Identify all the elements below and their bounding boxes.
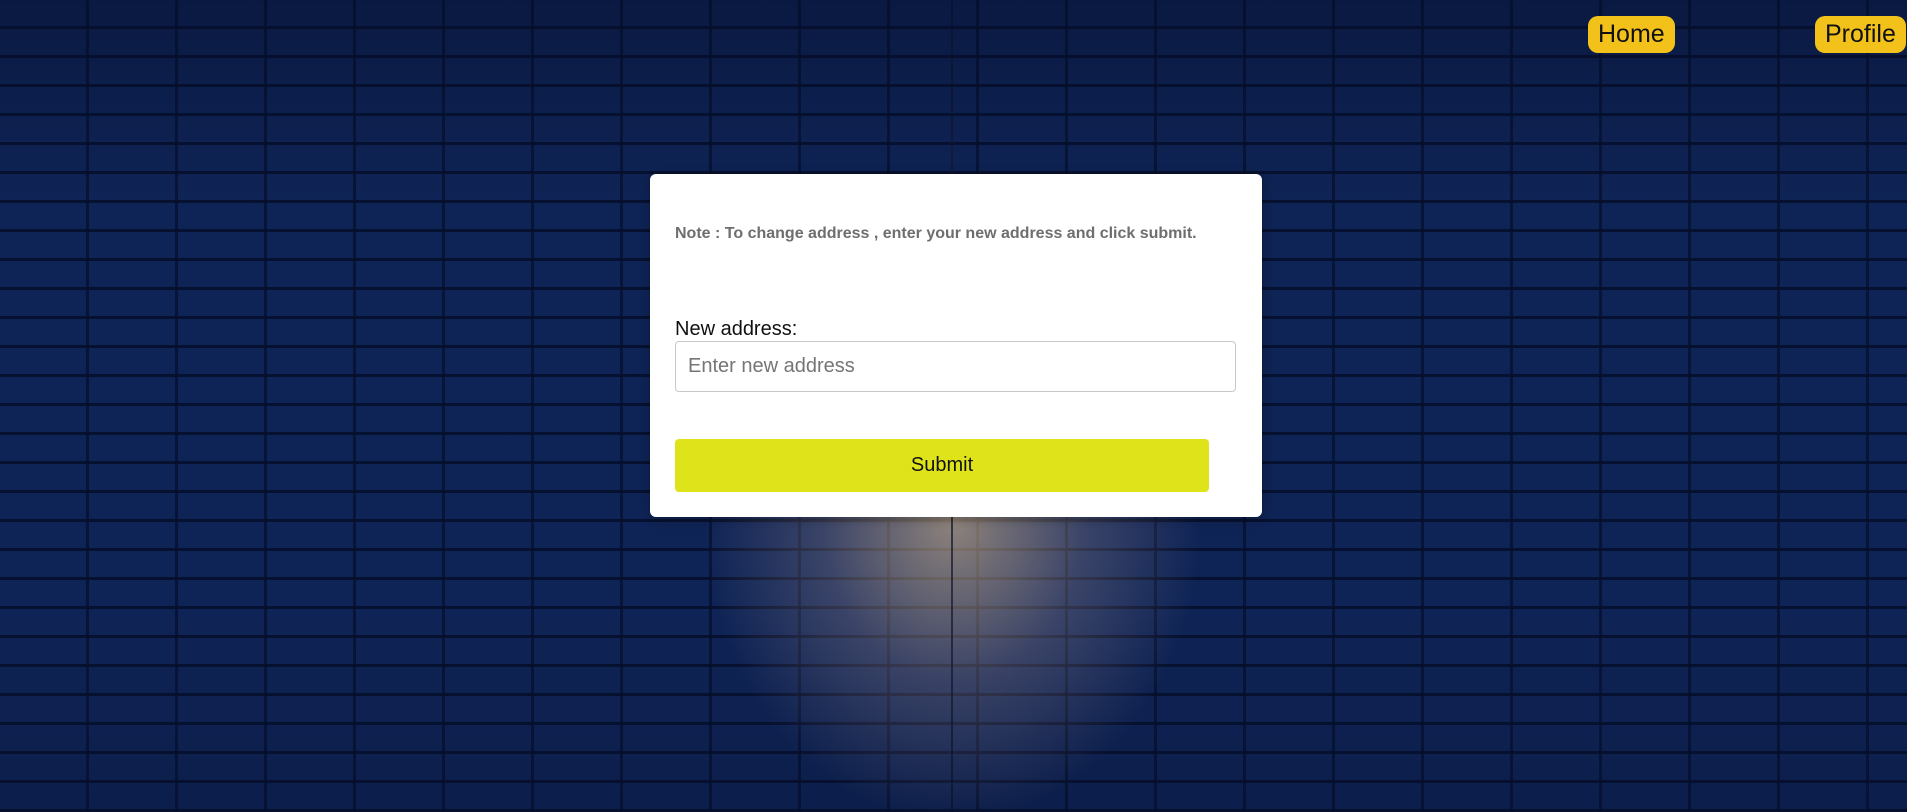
submit-button[interactable]: Submit [675,439,1209,492]
new-address-input[interactable] [675,341,1236,392]
instruction-note: Note : To change address , enter your ne… [675,225,1197,242]
change-address-card: Note : To change address , enter your ne… [650,174,1262,517]
home-nav-link[interactable]: Home [1588,16,1675,53]
new-address-label: New address: [675,318,798,340]
profile-nav-link[interactable]: Profile [1815,16,1906,53]
